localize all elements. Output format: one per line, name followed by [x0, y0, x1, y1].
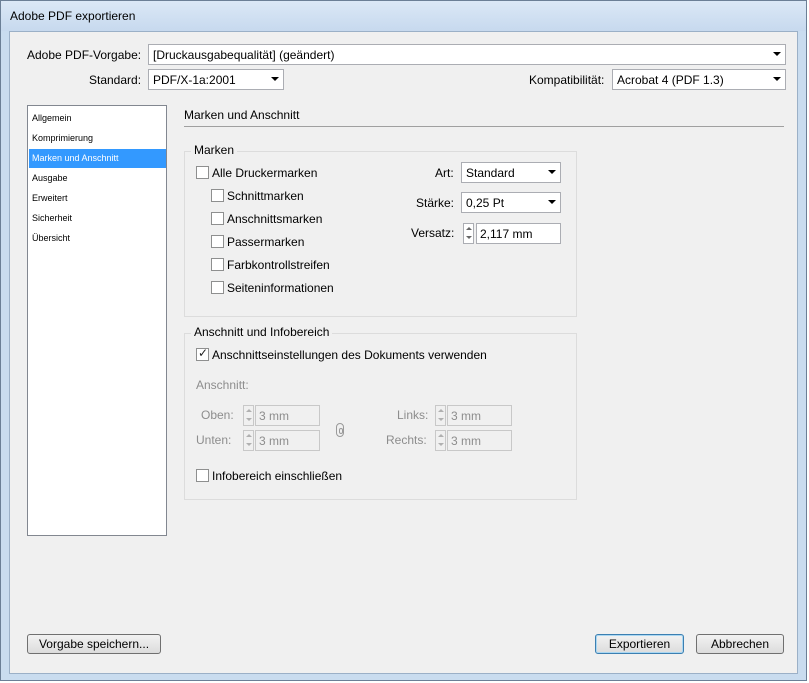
offset-spinner[interactable]	[463, 223, 474, 244]
weight-dropdown[interactable]: 0,25 Pt	[461, 192, 561, 213]
bleed-right-value: 3 mm	[451, 434, 481, 448]
chevron-down-icon	[548, 170, 556, 174]
standard-value: PDF/X-1a:2001	[153, 73, 236, 87]
include-slug-checkbox[interactable]	[196, 469, 209, 482]
sidebar-item-marken-und-anschnitt[interactable]: Marken und Anschnitt	[29, 149, 166, 168]
save-preset-button[interactable]: Vorgabe speichern...	[27, 634, 161, 654]
sidebar-item-komprimierung[interactable]: Komprimierung	[29, 129, 166, 148]
dialog-window: Adobe PDF exportieren Adobe PDF-Vorgabe:…	[0, 0, 807, 681]
bleed-top-input[interactable]: 3 mm	[255, 405, 320, 426]
offset-input[interactable]: 2,117 mm	[476, 223, 561, 244]
bleed-left-spinner[interactable]	[435, 405, 446, 426]
bleed-bottom-input[interactable]: 3 mm	[255, 430, 320, 451]
preset-dropdown[interactable]: [Druckausgabequalität] (geändert)	[148, 44, 786, 65]
all-printer-marks-checkbox[interactable]	[196, 166, 209, 179]
spinner-down-icon	[438, 443, 444, 446]
bleed-right-label: Rechts:	[386, 433, 427, 447]
bleed-bottom-value: 3 mm	[259, 434, 289, 448]
section-divider	[184, 126, 784, 127]
bleed-marks-label: Anschnittsmarken	[227, 212, 323, 226]
standard-dropdown[interactable]: PDF/X-1a:2001	[148, 69, 284, 90]
window-title: Adobe PDF exportieren	[10, 9, 136, 23]
bleed-top-value: 3 mm	[259, 409, 289, 423]
sidebar-item-sicherheit[interactable]: Sicherheit	[29, 209, 166, 228]
preset-label: Adobe PDF-Vorgabe:	[27, 48, 142, 62]
spinner-down-icon	[246, 443, 252, 446]
sidebar-item-allgemein[interactable]: Allgemein	[29, 109, 166, 128]
type-label: Art:	[435, 166, 454, 180]
export-button[interactable]: Exportieren	[595, 634, 684, 654]
weight-label: Stärke:	[416, 196, 455, 210]
sidebar-item-uebersicht[interactable]: Übersicht	[29, 229, 166, 248]
spinner-up-icon	[438, 434, 444, 437]
chevron-down-icon	[548, 200, 556, 204]
all-printer-marks-label: Alle Druckermarken	[212, 166, 318, 180]
use-document-bleed-label: Anschnittseinstellungen des Dokuments ve…	[212, 348, 487, 362]
marks-group-title: Marken	[191, 143, 238, 157]
bleed-bottom-label: Unten:	[196, 433, 232, 447]
chevron-down-icon	[271, 77, 279, 81]
bleed-top-spinner[interactable]	[243, 405, 254, 426]
page-info-checkbox[interactable]	[211, 281, 224, 294]
sidebar-item-ausgabe[interactable]: Ausgabe	[29, 169, 166, 188]
title-bar[interactable]: Adobe PDF exportieren	[1, 1, 806, 31]
bleed-left-label: Links:	[397, 408, 429, 422]
spinner-up-icon	[466, 227, 472, 230]
crop-marks-label: Schnittmarken	[227, 189, 304, 203]
bleed-right-spinner[interactable]	[435, 430, 446, 451]
use-document-bleed-checkbox[interactable]	[196, 346, 209, 361]
bleed-left-value: 3 mm	[451, 409, 481, 423]
preset-value: [Druckausgabequalität] (geändert)	[153, 48, 335, 62]
bleed-marks-checkbox[interactable]	[211, 212, 224, 225]
chevron-down-icon	[773, 52, 781, 56]
section-title: Marken und Anschnitt	[184, 108, 300, 122]
crop-marks-checkbox[interactable]	[211, 189, 224, 202]
cancel-button[interactable]: Abbrechen	[696, 634, 784, 654]
offset-label: Versatz:	[411, 226, 455, 240]
standard-label: Standard:	[89, 73, 142, 87]
compat-dropdown[interactable]: Acrobat 4 (PDF 1.3)	[612, 69, 786, 90]
bleed-label: Anschnitt:	[196, 378, 249, 392]
compat-value: Acrobat 4 (PDF 1.3)	[617, 73, 724, 87]
bleed-left-input[interactable]: 3 mm	[447, 405, 512, 426]
spinner-up-icon	[438, 409, 444, 412]
offset-value: 2,117 mm	[480, 227, 533, 241]
dialog-client-area: Adobe PDF-Vorgabe: [Druckausgabequalität…	[9, 31, 798, 674]
registration-marks-label: Passermarken	[227, 235, 305, 249]
spinner-down-icon	[438, 418, 444, 421]
spinner-down-icon	[466, 236, 472, 239]
registration-marks-checkbox[interactable]	[211, 235, 224, 248]
type-dropdown[interactable]: Standard	[461, 162, 561, 183]
weight-value: 0,25 Pt	[466, 196, 505, 210]
color-bars-label: Farbkontrollstreifen	[227, 258, 330, 272]
compat-label: Kompatibilität:	[529, 73, 605, 87]
chain-link-icon[interactable]	[336, 423, 344, 437]
spinner-up-icon	[246, 409, 252, 412]
include-slug-label: Infobereich einschließen	[212, 469, 343, 483]
page-info-label: Seiteninformationen	[227, 281, 334, 295]
color-bars-checkbox[interactable]	[211, 258, 224, 271]
bleed-bottom-spinner[interactable]	[243, 430, 254, 451]
chevron-down-icon	[773, 77, 781, 81]
type-value: Standard	[466, 166, 515, 180]
spinner-down-icon	[246, 418, 252, 421]
bleed-right-input[interactable]: 3 mm	[447, 430, 512, 451]
category-list: Allgemein Komprimierung Marken und Ansch…	[27, 105, 167, 536]
bleed-top-label: Oben:	[201, 408, 234, 422]
bleed-slug-group-title: Anschnitt und Infobereich	[191, 325, 333, 339]
spinner-up-icon	[246, 434, 252, 437]
sidebar-item-erweitert[interactable]: Erweitert	[29, 189, 166, 208]
